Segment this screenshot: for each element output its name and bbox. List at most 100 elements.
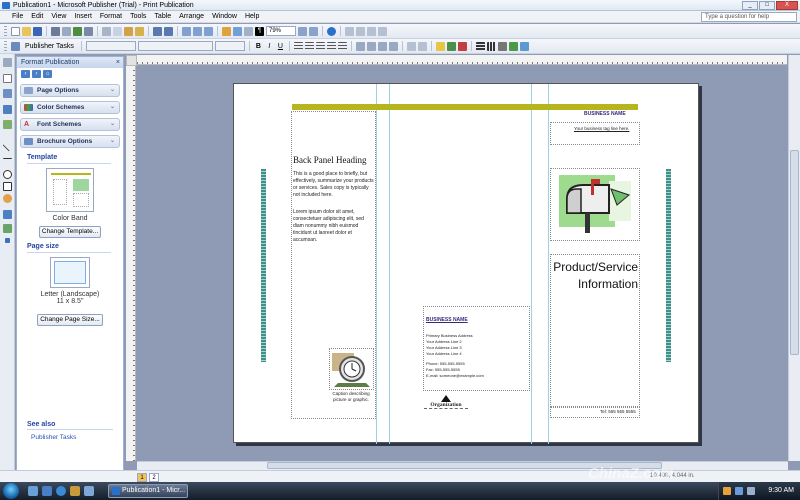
help-icon[interactable]	[327, 26, 336, 36]
columns-icon[interactable]	[233, 26, 242, 36]
menu-edit[interactable]: Edit	[27, 11, 47, 23]
line-color-icon[interactable]	[446, 41, 456, 51]
back-panel-heading[interactable]: Back Panel Heading	[293, 155, 366, 165]
back-panel-body-1[interactable]: This is a good place to briefly, but eff…	[293, 171, 375, 199]
section-page-options[interactable]: Page Options ⌄	[20, 84, 120, 97]
arrow-style-icon[interactable]	[497, 41, 507, 51]
zoom-select[interactable]: 79%	[266, 26, 296, 36]
maximize-button[interactable]: □	[759, 1, 775, 10]
rotate-icon[interactable]	[204, 26, 213, 36]
publisher-tasks-icon[interactable]	[11, 41, 20, 51]
horizontal-scrollbar[interactable]	[137, 461, 788, 470]
section-font-schemes[interactable]: A Font Schemes ⌄	[20, 118, 120, 131]
menu-insert[interactable]: Insert	[70, 11, 96, 23]
style-select[interactable]	[85, 41, 136, 51]
page-1-tab[interactable]: 1	[137, 473, 147, 482]
decrease-indent-icon[interactable]	[377, 41, 387, 51]
wordart-icon[interactable]	[3, 105, 12, 114]
undo-icon[interactable]	[153, 26, 162, 36]
tagline[interactable]: Your business tag line here.	[574, 126, 629, 131]
cover-picture-frame[interactable]	[550, 168, 640, 241]
more-tools-icon[interactable]	[5, 238, 10, 243]
increase-indent-icon[interactable]	[388, 41, 398, 51]
product-service-title[interactable]: Product/Service Information	[552, 259, 638, 293]
bullets-icon[interactable]	[366, 41, 376, 51]
start-button[interactable]	[3, 483, 19, 499]
underline-icon[interactable]: U	[276, 42, 285, 51]
numbering-icon[interactable]	[355, 41, 365, 51]
outlook-icon[interactable]	[70, 486, 80, 496]
font-size-increase-icon[interactable]	[417, 41, 427, 51]
ruler-corner[interactable]	[126, 55, 137, 66]
switch-windows-icon[interactable]	[42, 486, 52, 496]
close-button[interactable]: X	[776, 1, 798, 10]
template-thumbnail[interactable]	[46, 168, 94, 212]
cut-icon[interactable]	[102, 26, 111, 36]
quick-launch-icon[interactable]	[84, 486, 94, 496]
oval-icon[interactable]	[3, 170, 12, 179]
volume-icon[interactable]	[747, 487, 755, 495]
bring-forward-icon[interactable]	[182, 26, 191, 36]
tray-alert-icon[interactable]	[723, 487, 731, 495]
teal-side-band-right[interactable]	[666, 169, 671, 362]
forward-arrow-icon[interactable]: ›	[32, 70, 41, 78]
menu-window[interactable]: Window	[208, 11, 241, 23]
align-icon[interactable]	[356, 26, 365, 36]
open-icon[interactable]	[22, 26, 31, 36]
network-icon[interactable]	[735, 487, 743, 495]
menu-view[interactable]: View	[47, 11, 70, 23]
align-right-icon[interactable]	[315, 41, 325, 51]
section-color-schemes[interactable]: Color Schemes ⌄	[20, 101, 120, 114]
font-size-decrease-icon[interactable]	[406, 41, 416, 51]
print-icon[interactable]	[51, 26, 60, 36]
show-desktop-icon[interactable]	[28, 486, 38, 496]
vertical-scroll-thumb[interactable]	[790, 150, 799, 355]
tel-text[interactable]: Tel: 555 555 5555	[600, 409, 636, 414]
research-icon[interactable]	[84, 26, 93, 36]
section-brochure-options[interactable]: Brochure Options ⌄	[20, 135, 120, 148]
teal-side-band-left[interactable]	[261, 169, 266, 362]
justify-icon[interactable]	[326, 41, 336, 51]
publisher-tasks-button[interactable]: Publisher Tasks	[22, 43, 77, 50]
menu-tools[interactable]: Tools	[126, 11, 150, 23]
publisher-tasks-link[interactable]: Publisher Tasks	[31, 434, 76, 441]
shadow-style-icon[interactable]	[508, 41, 518, 51]
design-gallery-icon[interactable]	[3, 224, 12, 233]
dash-style-icon[interactable]	[486, 41, 496, 51]
change-template-button[interactable]: Change Template...	[39, 226, 101, 238]
hot-spot-icon[interactable]	[3, 210, 12, 219]
page-2-tab[interactable]: 2	[149, 473, 159, 482]
font-select[interactable]	[137, 41, 213, 51]
contact-lines[interactable]: Phone: 555-555-5555 Fax: 555-555-5555 E-…	[426, 361, 484, 379]
publisher-task-button[interactable]: Publication1 - Micr...	[108, 484, 188, 498]
clock[interactable]: 9:30 AM	[768, 482, 794, 500]
line-style-icon[interactable]	[475, 41, 485, 51]
menu-format[interactable]: Format	[96, 11, 126, 23]
publication-page[interactable]: Back Panel Heading This is a good place …	[233, 83, 699, 444]
menu-table[interactable]: Table	[150, 11, 175, 23]
insert-table-icon[interactable]	[3, 89, 12, 98]
distribute-text-icon[interactable]	[337, 41, 347, 51]
format-painter-icon[interactable]	[135, 26, 144, 36]
picture-frame-icon[interactable]	[3, 120, 12, 129]
line-icon[interactable]	[2, 141, 13, 152]
redo-icon[interactable]	[164, 26, 173, 36]
3d-style-icon[interactable]	[519, 41, 529, 51]
zoom-in-icon[interactable]	[309, 26, 318, 36]
clipart-caption[interactable]: Caption describing picture or graphic.	[325, 391, 377, 403]
back-panel-body-2[interactable]: Lorem ipsum dolor sit amet, consectetuer…	[293, 209, 375, 244]
text-box-icon[interactable]	[3, 74, 12, 83]
show-formatting-icon[interactable]	[244, 26, 253, 36]
paste-icon[interactable]	[124, 26, 133, 36]
internet-explorer-icon[interactable]	[56, 486, 66, 496]
organization-logo[interactable]: Organization	[424, 395, 468, 409]
select-objects-icon[interactable]	[3, 58, 12, 67]
fill-color-icon[interactable]	[435, 41, 445, 51]
home-icon[interactable]: ⌂	[43, 70, 52, 78]
change-page-size-button[interactable]: Change Page Size...	[37, 314, 103, 326]
address-lines[interactable]: Primary Business Address Your Address Li…	[426, 333, 473, 357]
page-size-thumbnail[interactable]	[50, 257, 90, 288]
menu-file[interactable]: File	[8, 11, 27, 23]
help-search-input[interactable]: Type a question for help	[701, 12, 797, 22]
menu-help[interactable]: Help	[241, 11, 263, 23]
